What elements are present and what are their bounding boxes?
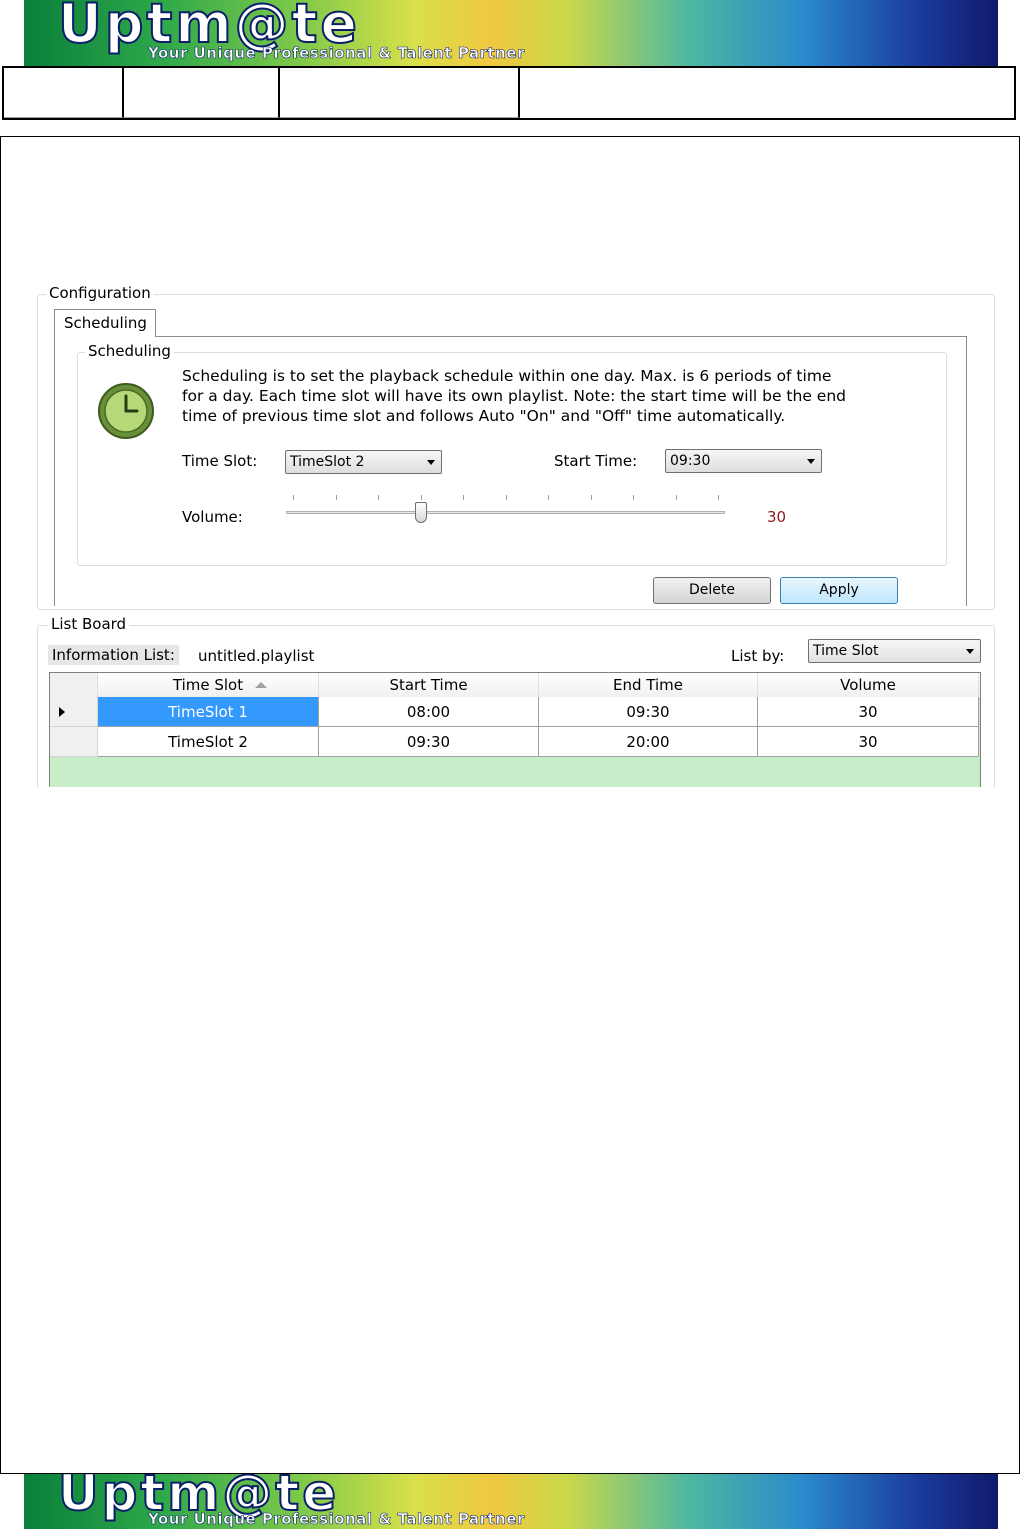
app-window: Configuration Scheduling Scheduling Sche…: [25, 276, 997, 787]
sort-ascending-icon: [255, 682, 267, 688]
scheduling-description: Scheduling is to set the playback schedu…: [182, 366, 912, 426]
slider-tick: [590, 495, 592, 500]
row-header[interactable]: [50, 697, 98, 727]
start-time-select-value: 09:30: [670, 453, 711, 469]
chevron-down-icon: [427, 460, 435, 465]
slider-tick: [718, 495, 719, 500]
start-time-select[interactable]: 09:30: [665, 449, 822, 473]
schedule-table: Time Slot Start Time End Time Volume Tim…: [49, 672, 981, 787]
brand-tagline: Your Unique Professional & Talent Partne…: [148, 1510, 525, 1529]
list-by-select[interactable]: Time Slot: [808, 639, 981, 663]
time-slot-select-value: TimeSlot 2: [290, 454, 365, 470]
volume-slider-track[interactable]: [286, 511, 725, 514]
tab-scheduling[interactable]: Scheduling: [54, 309, 156, 337]
configuration-title: Configuration: [46, 284, 154, 302]
slider-tick: [378, 495, 379, 500]
description-line: for a day. Each time slot will have its …: [182, 387, 846, 405]
delete-button[interactable]: Delete: [653, 577, 771, 604]
bottom-banner: Uptm@te Your Unique Professional & Talen…: [24, 1474, 998, 1529]
cell-volume[interactable]: 30: [758, 697, 979, 727]
cell-volume[interactable]: 30: [758, 727, 979, 757]
time-slot-select[interactable]: TimeSlot 2: [285, 450, 442, 474]
column-header-time-slot[interactable]: Time Slot: [98, 673, 319, 697]
cell-end-time[interactable]: 09:30: [539, 697, 758, 727]
chevron-down-icon: [807, 459, 815, 464]
slider-tick: [293, 495, 294, 500]
row-header[interactable]: [50, 727, 98, 757]
cell-start-time[interactable]: 08:00: [319, 697, 539, 727]
clock-icon: [98, 383, 154, 439]
time-slot-label: Time Slot:: [182, 452, 258, 470]
volume-label: Volume:: [182, 508, 243, 526]
cell-time-slot[interactable]: TimeSlot 2: [98, 727, 319, 757]
slider-tick: [420, 495, 422, 500]
list-by-select-value: Time Slot: [813, 643, 879, 659]
list-by-label: List by:: [731, 647, 785, 665]
slider-tick: [463, 495, 464, 500]
cell-end-time[interactable]: 20:00: [539, 727, 758, 757]
volume-slider-thumb[interactable]: [414, 502, 427, 523]
list-board-title: List Board: [48, 615, 130, 633]
description-line: Scheduling is to set the playback schedu…: [182, 367, 832, 385]
cell-start-time[interactable]: 09:30: [319, 727, 539, 757]
description-line: time of previous time slot and follows A…: [182, 407, 786, 425]
information-list-label: Information List:: [48, 645, 179, 665]
current-row-icon: [59, 707, 65, 717]
slider-tick: [505, 495, 507, 500]
row-header-corner: [50, 673, 98, 697]
table-row[interactable]: TimeSlot 2 09:30 20:00 30: [50, 727, 980, 757]
table-row[interactable]: TimeSlot 1 08:00 09:30 30: [50, 697, 980, 727]
column-header-end-time[interactable]: End Time: [539, 673, 758, 697]
slider-tick: [548, 495, 549, 500]
apply-button[interactable]: Apply: [780, 577, 898, 604]
brand-tagline: Your Unique Professional & Talent Partne…: [148, 44, 525, 63]
column-header-start-time[interactable]: Start Time: [319, 673, 539, 697]
table-header: Time Slot Start Time End Time Volume: [50, 673, 980, 698]
slider-tick: [335, 495, 337, 500]
scheduling-group-title: Scheduling: [85, 342, 174, 360]
slider-tick: [675, 495, 677, 500]
column-header-volume[interactable]: Volume: [758, 673, 979, 697]
chevron-down-icon: [966, 649, 974, 654]
header-cell: [4, 68, 124, 118]
cell-time-slot[interactable]: TimeSlot 1: [98, 697, 319, 727]
slider-tick: [633, 495, 634, 500]
start-time-label: Start Time:: [554, 452, 638, 470]
top-banner: Uptm@te Your Unique Professional & Talen…: [24, 0, 998, 66]
information-list-value: untitled.playlist: [198, 647, 315, 665]
document-header-table: [2, 66, 1016, 120]
volume-value: 30: [767, 508, 787, 526]
